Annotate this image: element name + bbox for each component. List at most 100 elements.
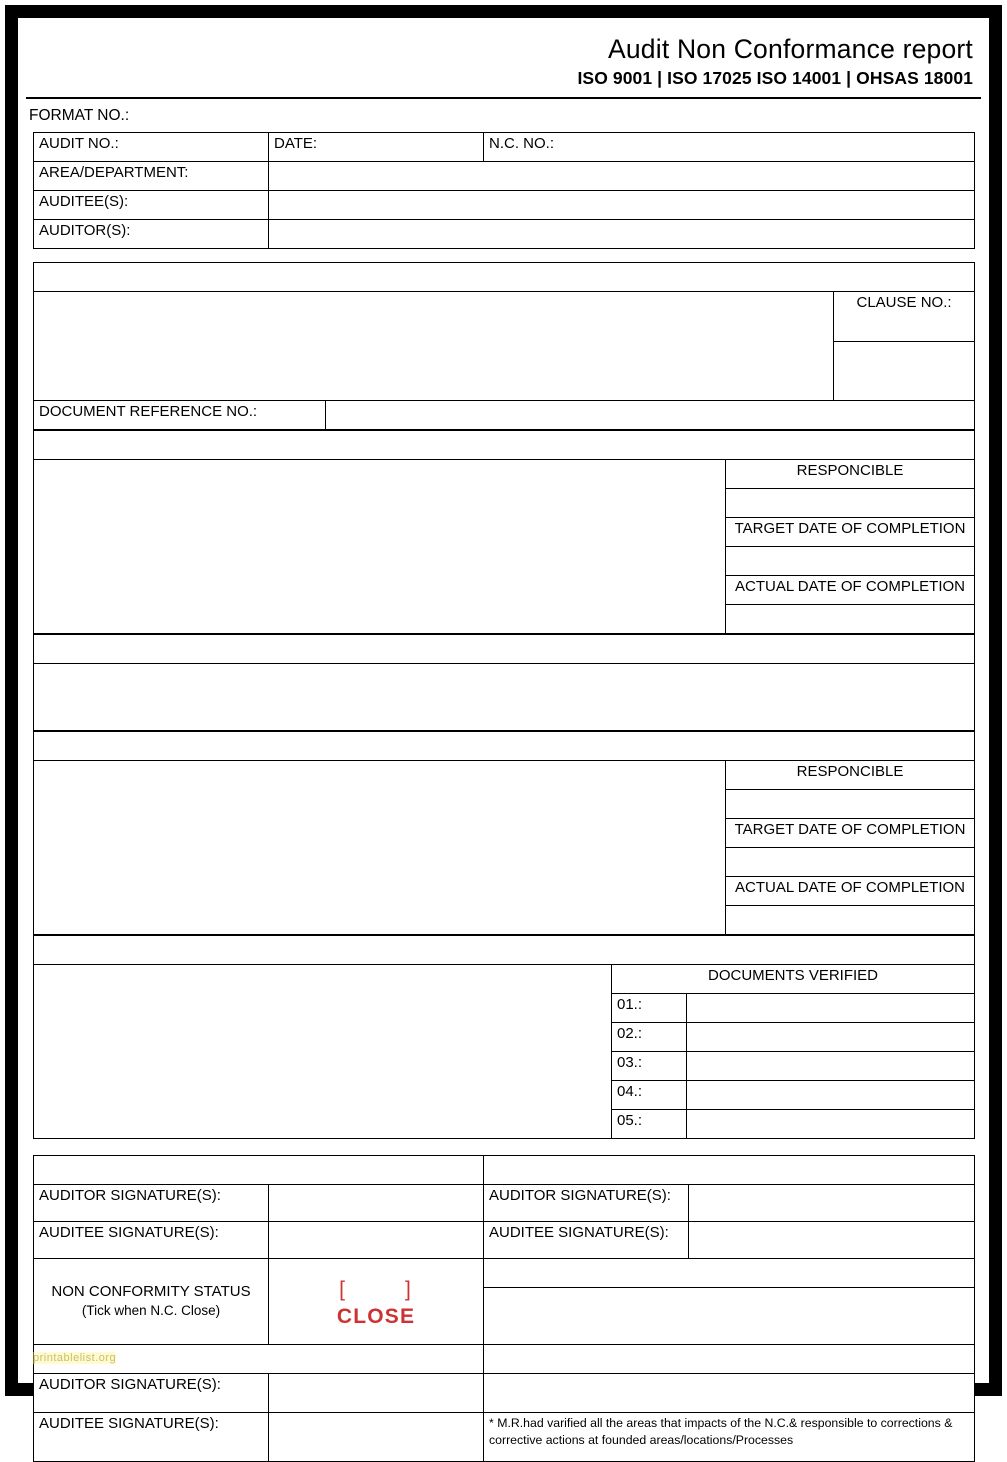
correction-target-date-field[interactable] (724, 545, 976, 576)
table-row: AUDITEE SIGNATURE(S): AUDITEE SIGNATURE(… (33, 1220, 976, 1259)
standards-line: ISO 9001 | ISO 17025 ISO 14001 | OHSAS 1… (577, 68, 973, 89)
correction-responsible-field[interactable] (724, 487, 976, 518)
identification-table: AUDIT NO.: DATE: N.C. NO.: AREA/DEPARTME… (33, 131, 975, 249)
table-row: ROOT CAUSE(S) (33, 633, 975, 664)
status-badge[interactable]: [] CLOSE (268, 1257, 484, 1345)
table-row: CORRECTIVE ACTIONS (33, 730, 975, 761)
status-title: NON CONFORMITY STATUS (51, 1282, 251, 1300)
documents-verified-label: DOCUMENTS VERIFIED (610, 963, 976, 994)
auditors-field[interactable] (268, 218, 975, 249)
document-no-label: 05.: (611, 1108, 687, 1139)
table-row: RESPONCIBLE (33, 759, 975, 935)
table-row: NONCONFORMITY OBSERVED (32, 261, 976, 292)
nonconformity-observation-field[interactable] (33, 290, 834, 401)
correction-actual-date-label: ACTUAL DATE OF COMPLETION (724, 574, 976, 605)
bracket-open: [ (339, 1278, 347, 1302)
closing-note-field[interactable] (482, 1286, 976, 1345)
table-row: DOCUMENTS VERIFIED (33, 963, 976, 1139)
corrective-actions-actual-date-label: ACTUAL DATE OF COMPLETION (725, 875, 975, 906)
table-row: AUDITOR SIGNATURE(S): (33, 1372, 976, 1413)
corrective-actions-block: CORRECTIVE ACTIONS RESPONCIBLE TARGET DA… (33, 730, 975, 935)
table-row (33, 662, 975, 731)
document-no-label: 02.: (611, 1021, 687, 1052)
acceptance-table: N.C. ACCEPTANCE CORRECTION / CORRECTIVE … (33, 1154, 976, 1462)
document-field[interactable] (685, 992, 976, 1023)
table-row: N.C. CLOSE ACCEPTANCE MANAGEMENT REPRESE… (33, 1343, 976, 1374)
document-field[interactable] (685, 1079, 976, 1110)
cca-auditor-signature-field[interactable] (687, 1183, 976, 1222)
page-frame: Audit Non Conformance report ISO 9001 | … (5, 5, 1002, 1462)
nc-no-label: N.C. NO.: (483, 131, 975, 162)
verification-notes-field[interactable] (33, 963, 612, 1139)
table-row: AUDIT NO.: DATE: N.C. NO.: (33, 131, 975, 162)
area-department-field[interactable] (268, 160, 975, 191)
format-no-label: FORMAT NO.: (29, 106, 130, 124)
correction-responsible-label: RESPONCIBLE (724, 458, 976, 489)
auditees-field[interactable] (268, 189, 975, 220)
verification-block: VERIFICATION ON COMPLETION DOCUMENTS VER… (32, 934, 976, 1139)
document-field[interactable] (685, 1108, 976, 1139)
acceptance-block: N.C. ACCEPTANCE CORRECTION / CORRECTIVE … (33, 1154, 976, 1462)
correction-band: CORRECTION (32, 429, 976, 460)
root-cause-band: ROOT CAUSE(S) (33, 633, 975, 664)
nc-auditor-signature-label: AUDITOR SIGNATURE(S): (33, 1183, 269, 1222)
clause-no-field[interactable] (832, 340, 976, 401)
nc-auditee-signature-field[interactable] (268, 1220, 484, 1259)
nc-auditor-signature-field[interactable] (268, 1183, 484, 1222)
cca-auditee-signature-field[interactable] (687, 1220, 976, 1259)
root-cause-block: ROOT CAUSE(S) (33, 633, 975, 731)
auditors-label: AUDITOR(S): (33, 218, 269, 249)
form-sheet: Audit Non Conformance report ISO 9001 | … (18, 18, 989, 1462)
correction-target-date-label: TARGET DATE OF COMPLETION (724, 516, 976, 547)
site-watermark: printablelist.org (33, 1352, 117, 1364)
non-conformity-status-label: NON CONFORMITY STATUS (Tick when N.C. Cl… (33, 1257, 269, 1345)
nc-auditee-signature-label: AUDITEE SIGNATURE(S): (33, 1220, 269, 1259)
close-auditor-signature-field[interactable] (268, 1372, 484, 1413)
verification-table: VERIFICATION ON COMPLETION DOCUMENTS VER… (32, 934, 976, 1139)
root-cause-field[interactable] (33, 662, 975, 731)
document-reference-label: DOCUMENT REFERENCE NO.: (33, 399, 326, 430)
closing-note-band: CLOSING NOTE BY AUDITOR (482, 1257, 976, 1288)
nonconformity-block: NONCONFORMITY OBSERVED CLAUSE NO.: DOCUM… (32, 261, 976, 430)
clause-no-label: CLAUSE NO.: (832, 290, 976, 342)
corrective-actions-table: CORRECTIVE ACTIONS RESPONCIBLE TARGET DA… (33, 730, 975, 935)
table-row: AUDITOR SIGNATURE(S): AUDITOR SIGNATURE(… (33, 1183, 976, 1222)
verification-band: VERIFICATION ON COMPLETION (32, 934, 976, 965)
mr-signature-band: MANAGEMENT REPRESENTATIVE SIGNATURE & DA… (482, 1343, 976, 1374)
document-no-label: 04.: (611, 1079, 687, 1110)
table-row: VERIFICATION ON COMPLETION (32, 934, 976, 965)
table-row: AUDITEE(S): (33, 189, 975, 220)
status-checkbox[interactable]: [] (274, 1273, 478, 1302)
corrective-actions-actual-date-field[interactable] (725, 904, 975, 935)
identification-block: AUDIT NO.: DATE: N.C. NO.: AREA/DEPARTME… (33, 131, 975, 249)
corrective-actions-target-date-field[interactable] (725, 846, 975, 877)
corrective-actions-description-field[interactable] (33, 759, 726, 935)
page-title: Audit Non Conformance report (607, 34, 973, 64)
corrective-actions-band: CORRECTIVE ACTIONS (33, 730, 975, 761)
corrective-actions-target-date-label: TARGET DATE OF COMPLETION (725, 817, 975, 848)
document-no-label: 03.: (611, 1050, 687, 1081)
table-row: AUDITEE SIGNATURE(S): * M.R.had varified… (33, 1411, 976, 1462)
area-department-label: AREA/DEPARTMENT: (33, 160, 269, 191)
close-auditor-signature-label: AUDITOR SIGNATURE(S): (33, 1372, 269, 1413)
corrective-actions-responsible-field[interactable] (725, 788, 975, 819)
table-row: RESPONCIBLE (33, 458, 976, 634)
status-hint: (Tick when N.C. Close) (81, 1303, 221, 1319)
document-reference-field[interactable] (324, 399, 976, 430)
correction-actual-date-field[interactable] (724, 603, 976, 634)
auditees-label: AUDITEE(S): (33, 189, 269, 220)
mr-note-text: * M.R.had varified all the areas that im… (482, 1411, 976, 1462)
close-auditee-signature-label: AUDITEE SIGNATURE(S): (33, 1411, 269, 1462)
status-word: CLOSE (336, 1304, 416, 1328)
mr-signature-field[interactable] (482, 1372, 976, 1413)
document-field[interactable] (685, 1021, 976, 1052)
nonconformity-band: NONCONFORMITY OBSERVED (32, 261, 976, 292)
table-row: N.C. ACCEPTANCE CORRECTION / CORRECTIVE … (33, 1154, 976, 1185)
table-row: CLAUSE NO.: (33, 290, 976, 401)
close-auditee-signature-field[interactable] (268, 1411, 484, 1462)
document-field[interactable] (685, 1050, 976, 1081)
table-row: DOCUMENT REFERENCE NO.: (33, 399, 976, 430)
correction-description-field[interactable] (33, 458, 726, 634)
